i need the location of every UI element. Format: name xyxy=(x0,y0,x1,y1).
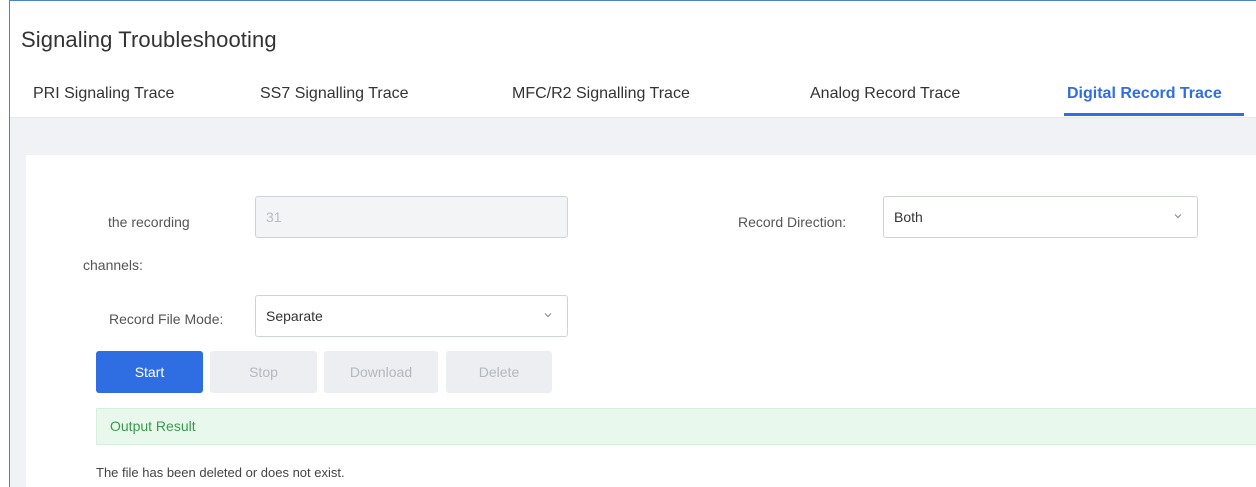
start-button[interactable]: Start xyxy=(96,351,203,393)
recording-channels-input[interactable]: 31 xyxy=(255,196,568,238)
recording-channels-label: the recording xyxy=(108,214,190,230)
delete-button[interactable]: Delete xyxy=(446,351,552,393)
output-result-banner: Output Result xyxy=(96,408,1256,445)
app-frame: Signaling Troubleshooting PRI Signaling … xyxy=(9,0,1256,487)
stop-button[interactable]: Stop xyxy=(210,351,317,393)
chevron-down-icon xyxy=(1174,214,1182,219)
record-file-mode-label: Record File Mode: xyxy=(109,311,224,327)
recording-channels-label-suffix: channels: xyxy=(83,257,143,273)
record-direction-label: Record Direction: xyxy=(738,214,847,230)
record-direction-select[interactable]: Both xyxy=(883,196,1198,238)
tab-analog-record-trace[interactable]: Analog Record Trace xyxy=(810,85,960,103)
tab-mfc-r2-signalling-trace[interactable]: MFC/R2 Signalling Trace xyxy=(512,85,690,103)
tab-bar: PRI Signaling Trace SS7 Signalling Trace… xyxy=(10,77,1256,118)
tab-pri-signaling-trace[interactable]: PRI Signaling Trace xyxy=(33,85,174,103)
tab-digital-record-trace[interactable]: Digital Record Trace xyxy=(1067,85,1222,103)
page-title: Signaling Troubleshooting xyxy=(21,27,277,52)
download-button[interactable]: Download xyxy=(324,351,438,393)
chevron-down-icon xyxy=(544,313,552,318)
record-direction-value: Both xyxy=(894,209,923,225)
output-result-message: The file has been deleted or does not ex… xyxy=(96,465,345,480)
active-tab-indicator xyxy=(1064,113,1244,116)
record-file-mode-select[interactable]: Separate xyxy=(255,295,568,337)
tab-ss7-signalling-trace[interactable]: SS7 Signalling Trace xyxy=(260,85,409,103)
record-file-mode-value: Separate xyxy=(266,308,323,324)
